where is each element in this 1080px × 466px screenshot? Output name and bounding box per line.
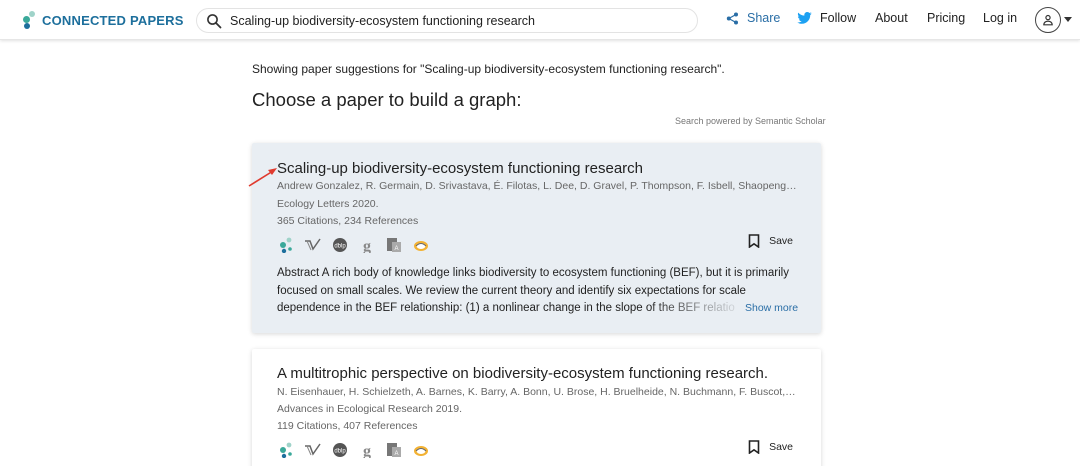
abstract-line: Abstract A rich body of knowledge links … xyxy=(277,267,789,279)
bookmark-icon xyxy=(748,440,760,454)
share-icon xyxy=(726,12,738,24)
about-label: About xyxy=(875,11,908,25)
svg-text:A: A xyxy=(394,451,398,457)
paper-title[interactable]: Scaling‐up biodiversity‐ecosystem functi… xyxy=(277,160,643,177)
twitter-icon xyxy=(797,12,812,24)
paper-authors: N. Eisenhauer, H. Schielzeth, A. Barnes,… xyxy=(277,386,797,398)
logo-text: CONNECTED PAPERS xyxy=(42,12,184,28)
abstract-line: focused on small scales. We review the c… xyxy=(277,284,746,297)
researchgate-icon[interactable] xyxy=(412,441,430,459)
arxiv-icon[interactable]: A xyxy=(385,236,403,254)
login-label: Log in xyxy=(983,11,1018,25)
semantic-scholar-icon[interactable] xyxy=(304,441,322,459)
save-label: Save xyxy=(769,441,793,453)
paper-citations: 365 Citations, 234 References xyxy=(277,215,419,227)
nav-about[interactable]: About xyxy=(875,11,908,25)
svg-text:A: A xyxy=(394,246,398,252)
google-scholar-icon[interactable]: g xyxy=(358,236,376,254)
paper-card[interactable]: A multitrophic perspective on biodiversi… xyxy=(252,349,821,466)
user-icon xyxy=(1043,14,1053,26)
arxiv-icon[interactable]: A xyxy=(385,441,403,459)
save-button[interactable]: Save xyxy=(748,234,793,248)
show-more-link[interactable]: Show more xyxy=(745,302,798,314)
save-label: Save xyxy=(769,235,793,247)
search-input[interactable] xyxy=(230,13,670,28)
paper-title[interactable]: A multitrophic perspective on biodiversi… xyxy=(277,365,768,382)
paper-card[interactable]: Scaling‐up biodiversity‐ecosystem functi… xyxy=(252,143,821,333)
paper-citations: 119 Citations, 407 References xyxy=(277,420,418,432)
annotation-arrow-icon xyxy=(248,168,277,187)
follow-label: Follow xyxy=(820,11,857,25)
chevron-down-icon[interactable] xyxy=(1064,17,1072,22)
svg-text:dblp: dblp xyxy=(334,449,346,455)
connected-papers-icon[interactable] xyxy=(277,441,295,459)
svg-text:g: g xyxy=(363,238,371,253)
search-icon xyxy=(207,13,222,28)
svg-text:g: g xyxy=(363,443,371,458)
search-bar[interactable] xyxy=(196,8,698,33)
page-title: Choose a paper to build a graph: xyxy=(252,89,522,110)
powered-by-label: Search powered by Semantic Scholar xyxy=(675,116,826,126)
top-navbar: CONNECTED PAPERS Share Follow About Pric… xyxy=(0,0,1080,40)
svg-text:dblp: dblp xyxy=(334,244,346,250)
dblp-icon[interactable]: dblp xyxy=(331,236,349,254)
google-scholar-icon[interactable]: g xyxy=(358,441,376,459)
connected-papers-icon[interactable] xyxy=(277,236,295,254)
follow-button[interactable]: Follow xyxy=(797,11,856,25)
source-links: dblp g A xyxy=(277,441,439,459)
share-label: Share xyxy=(747,11,781,25)
nav-pricing[interactable]: Pricing xyxy=(927,11,965,25)
dblp-icon[interactable]: dblp xyxy=(331,441,349,459)
abstract-fade xyxy=(647,300,747,317)
source-links: dblp g A xyxy=(277,236,439,254)
semantic-scholar-icon[interactable] xyxy=(304,236,322,254)
share-button[interactable]: Share xyxy=(726,11,780,25)
paper-authors: Andrew Gonzalez, R. Germain, D. Srivasta… xyxy=(277,180,797,192)
pricing-label: Pricing xyxy=(927,11,966,25)
paper-venue: Ecology Letters 2020. xyxy=(277,198,379,210)
user-menu-button[interactable] xyxy=(1035,7,1061,33)
researchgate-icon[interactable] xyxy=(412,236,430,254)
search-summary: Showing paper suggestions for "Scaling‐u… xyxy=(252,62,725,76)
connected-papers-logo-icon xyxy=(22,11,38,29)
bookmark-icon xyxy=(748,234,760,248)
save-button[interactable]: Save xyxy=(748,440,793,454)
nav-login[interactable]: Log in xyxy=(983,11,1017,25)
logo[interactable]: CONNECTED PAPERS xyxy=(22,10,184,30)
paper-venue: Advances in Ecological Research 2019. xyxy=(277,403,463,415)
